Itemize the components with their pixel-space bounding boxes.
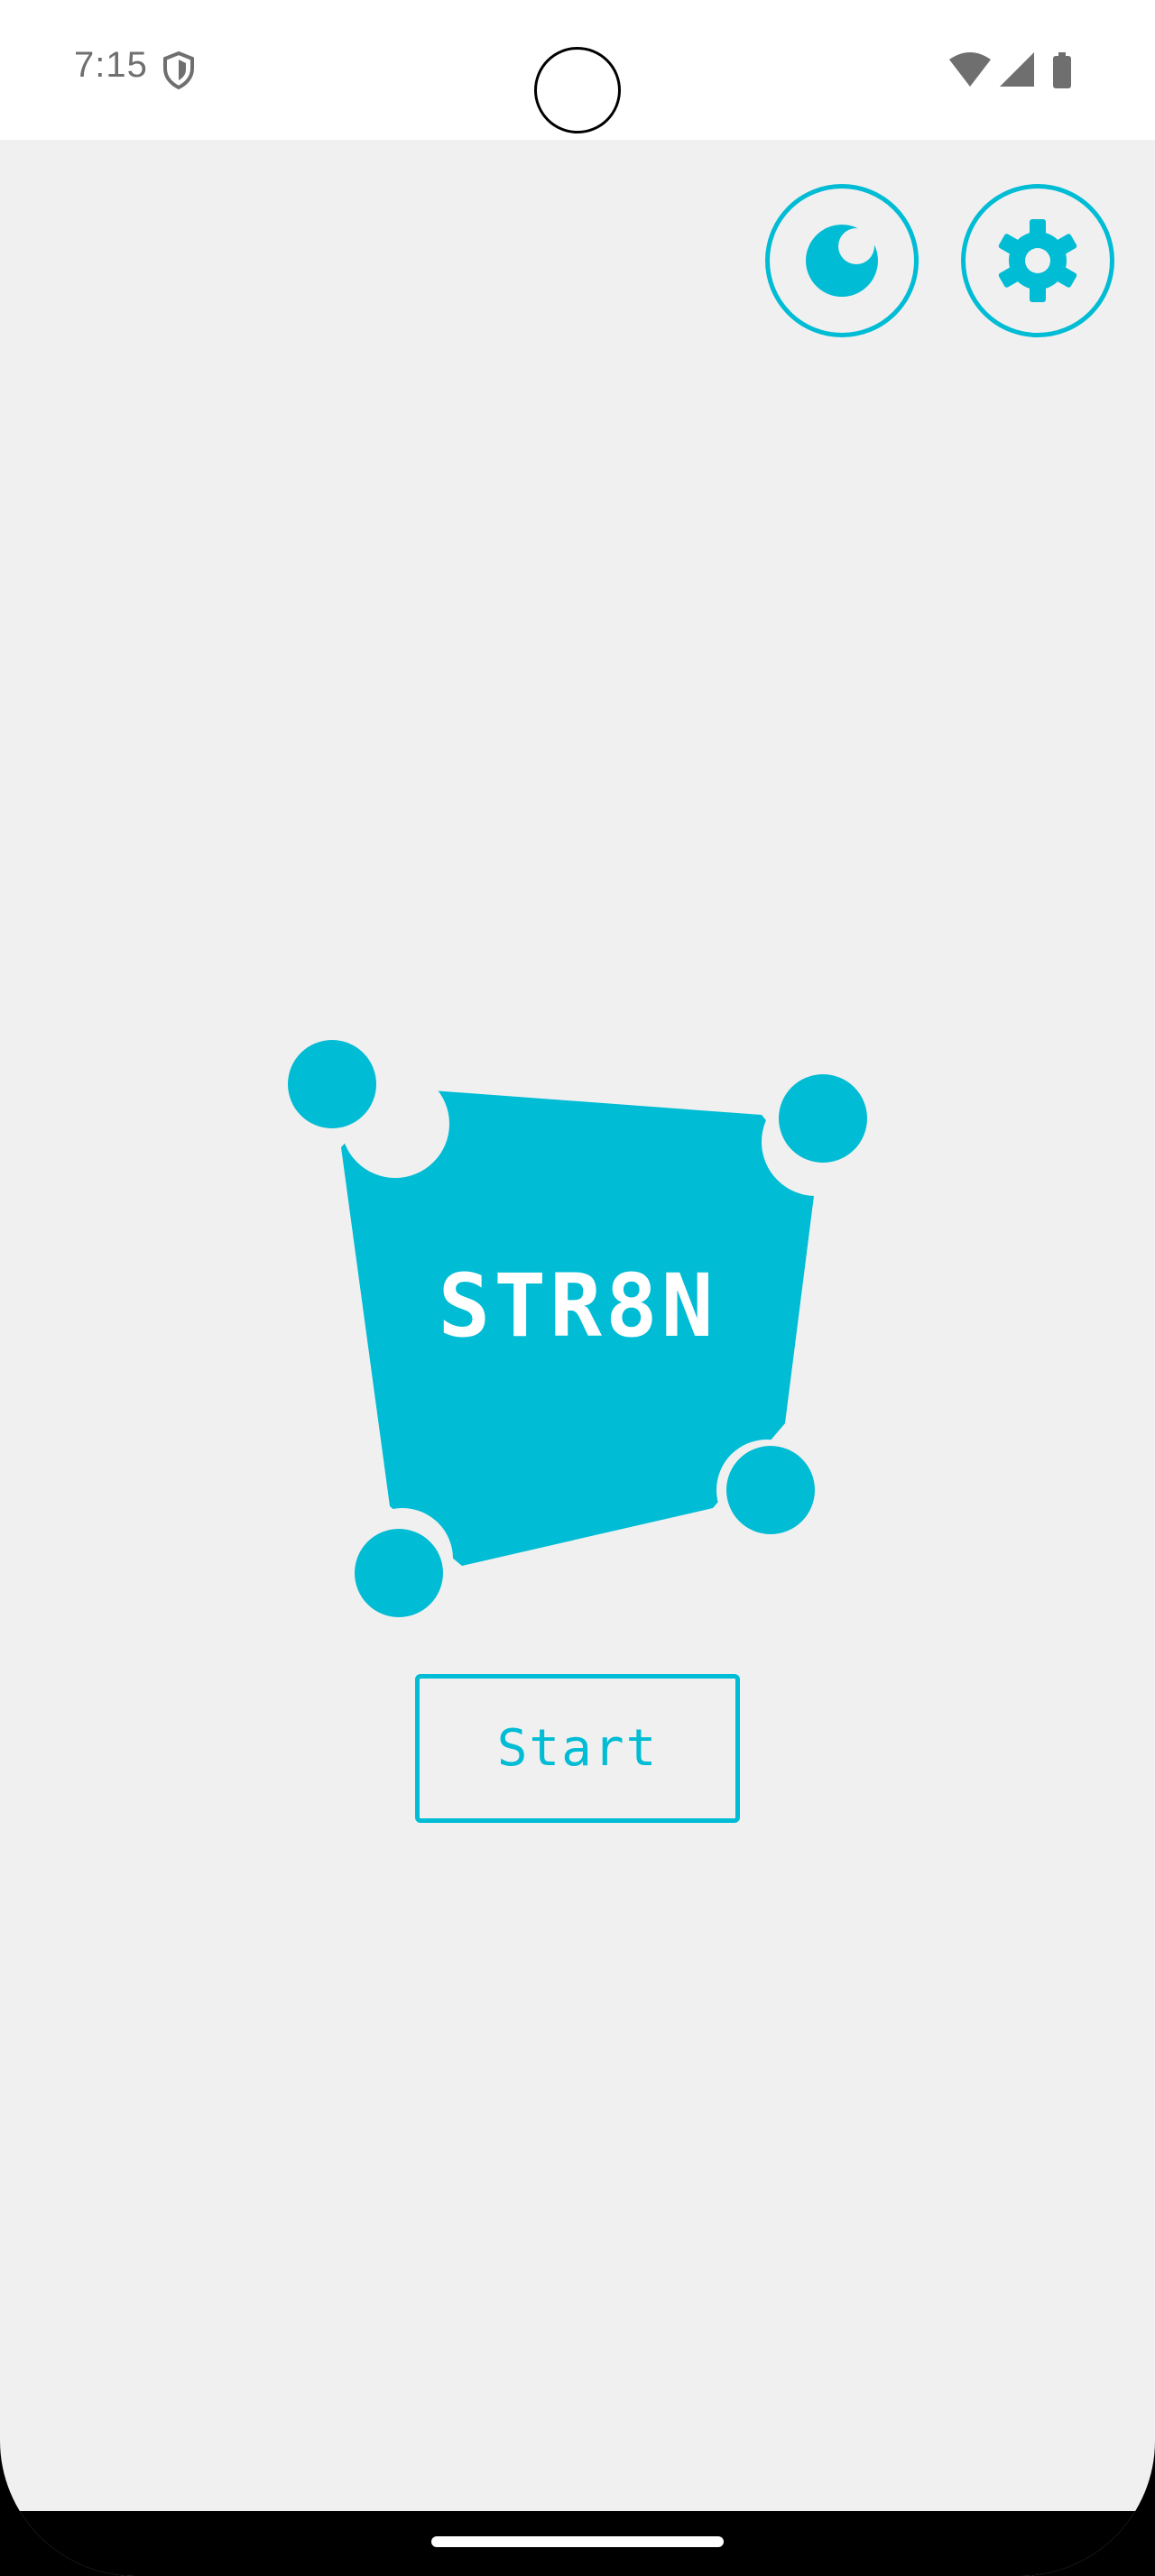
status-time: 7:15 [74, 45, 148, 85]
signal-icon [1000, 52, 1034, 87]
wifi-icon [949, 52, 991, 87]
settings-button[interactable] [961, 184, 1114, 337]
app-screen: 7:15 STR8N Start [0, 0, 1155, 2576]
moon-icon [806, 225, 878, 297]
start-button[interactable]: Start [415, 1674, 740, 1823]
home-gesture-handle[interactable] [431, 2536, 724, 2547]
start-button-label: Start [496, 1719, 659, 1778]
battery-icon [1053, 52, 1071, 88]
shield-icon [163, 51, 194, 90]
status-bar: 7:15 [0, 0, 1155, 140]
camera-cutout [534, 47, 621, 133]
status-icons [949, 52, 1071, 88]
app-logo: STR8N [271, 1019, 884, 1633]
gear-icon [998, 219, 1077, 302]
theme-toggle-button[interactable] [765, 184, 919, 337]
app-title: STR8N [438, 1256, 717, 1357]
